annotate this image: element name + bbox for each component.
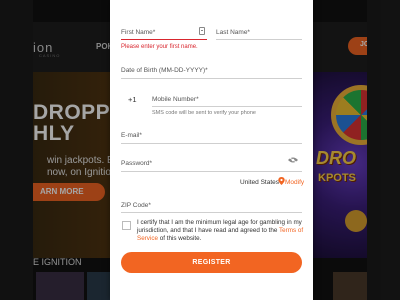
last-name-underline: [216, 39, 302, 40]
eye-icon[interactable]: [288, 157, 298, 163]
first-name-underline: [121, 39, 207, 40]
email-field[interactable]: E-mail*: [121, 132, 142, 139]
password-field[interactable]: Password*: [121, 160, 152, 167]
date-of-birth-field[interactable]: Date of Birth (MM-DD-YYYY)*: [121, 67, 208, 74]
registration-modal: First Name* Please enter your first name…: [110, 0, 313, 300]
last-name-field[interactable]: Last Name*: [216, 29, 250, 36]
modify-country-link[interactable]: Modify: [285, 179, 304, 186]
consent-text-part2: of this website.: [158, 235, 202, 243]
id-card-icon: [199, 27, 205, 35]
consent-text: I certify that I am the minimum legal ag…: [137, 219, 305, 244]
mobile-number-hint: SMS code will be sent to verify your pho…: [152, 110, 256, 116]
first-name-error: Please enter your first name.: [121, 44, 198, 50]
country-label: United States: [240, 179, 280, 186]
age-terms-checkbox[interactable]: [122, 221, 131, 230]
mobile-number-field[interactable]: Mobile Number*: [152, 96, 199, 103]
zip-code-field[interactable]: ZIP Code*: [121, 202, 151, 209]
location-pin-icon: [278, 177, 285, 185]
email-underline: [121, 143, 302, 144]
first-name-field[interactable]: First Name*: [121, 29, 155, 36]
zip-code-underline: [121, 212, 302, 213]
date-of-birth-underline: [121, 78, 302, 79]
phone-country-code[interactable]: +1: [128, 95, 137, 104]
mobile-number-underline: [152, 106, 302, 107]
consent-text-part1: I certify that I am the minimum legal ag…: [137, 219, 302, 235]
register-button[interactable]: REGISTER: [121, 252, 302, 273]
password-underline: [121, 171, 302, 172]
